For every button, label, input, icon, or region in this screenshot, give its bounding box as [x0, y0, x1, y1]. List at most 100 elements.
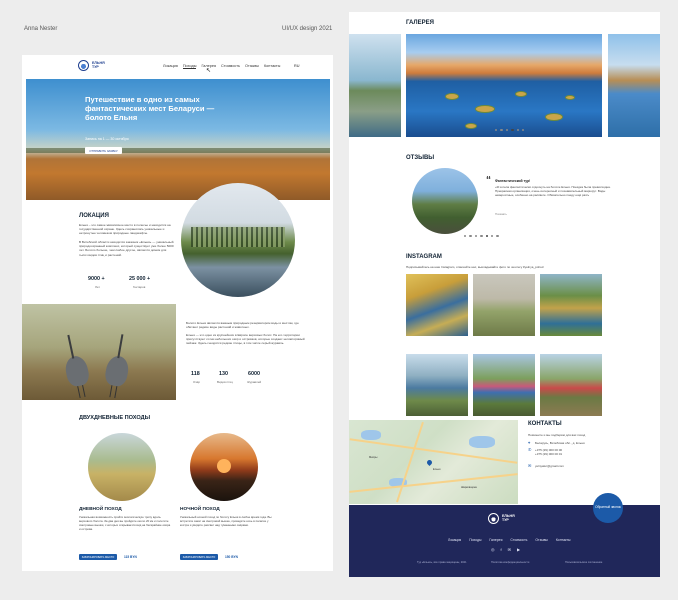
night-hike-text: Уникальный ночной поход по болоту Ельня …: [180, 515, 272, 527]
reviews-dot[interactable]: [480, 235, 483, 238]
contacts-map[interactable]: Ельня Миоры Шарковщина: [349, 420, 518, 504]
contact-phone[interactable]: ✆ +375 (29) 000 00 00 +375 (29) 000 00 01: [528, 448, 562, 457]
map-label-sharkovshchina: Шарковщина: [461, 486, 477, 489]
review-photo: [412, 168, 478, 234]
stat-years-label: Лет: [95, 285, 100, 289]
night-hike-book-button[interactable]: ЗАБРОНИРОВАТЬ МЕСТО: [180, 554, 218, 560]
night-hike-title: НОЧНОЙ ПОХОД: [180, 507, 220, 512]
author-name: Anna Nester: [24, 26, 58, 32]
instagram-photo-5[interactable]: [473, 354, 535, 416]
map-pin-icon[interactable]: [425, 458, 434, 467]
contacts-subtitle: Позвоните и мы подберём для вас поход: [528, 433, 586, 437]
location-text-2: В Витебской области находится заказник «…: [79, 240, 174, 257]
callback-button[interactable]: Обратный звонок: [593, 493, 623, 523]
footer-nav-reviews[interactable]: Отзывы: [535, 538, 547, 542]
reviews-dot[interactable]: [496, 235, 499, 238]
mail-icon: ✉: [528, 463, 532, 468]
instagram-photo-2[interactable]: [473, 274, 535, 336]
location-text-1: Ельня – это самое живописное место в пол…: [79, 223, 171, 236]
contact-address: ⌖ Беларусь, Витебская обл., д. Ельня: [528, 440, 585, 446]
footer-social: ◎ f ✉ ▶: [491, 547, 520, 552]
night-hike-price: 150 BYN: [225, 555, 238, 559]
footer-nav-hikes[interactable]: Походы: [469, 538, 481, 542]
instagram-photo-6[interactable]: [540, 354, 602, 416]
reviews-pagination[interactable]: [464, 235, 499, 238]
instagram-subtitle: Подписывайтесь на наш Instagram, отмечай…: [406, 265, 544, 269]
gallery-image-prev[interactable]: [349, 34, 401, 137]
footer-nav-location[interactable]: Локация: [448, 538, 461, 542]
instagram-icon[interactable]: ◎: [491, 547, 495, 552]
review-text: «Я хотела фантастически отдохнуть на бол…: [495, 185, 611, 198]
footer-logo[interactable]: ЕЛЬНЯ ТУР: [488, 513, 515, 524]
review-more-link[interactable]: Показать: [495, 212, 507, 216]
night-hike-photo: [190, 433, 258, 501]
location-photo: [181, 183, 295, 297]
location-heading: ЛОКАЦИЯ: [79, 213, 109, 219]
nav-links: Локация Походы Галерея Стоимость Отзывы …: [163, 64, 280, 69]
contacts-heading: КОНТАКТЫ: [528, 421, 562, 427]
reviews-dot[interactable]: [474, 235, 478, 238]
day-hike-book-button[interactable]: ЗАБРОНИРОВАТЬ МЕСТО: [79, 554, 117, 560]
stat-years-value: 9000 +: [88, 276, 105, 282]
contact-email[interactable]: ✉ yelnyatur@gmail.com: [528, 463, 564, 469]
gallery-dot[interactable]: [500, 129, 503, 132]
gallery-dot[interactable]: [516, 129, 519, 132]
day-hike-price: 115 BYN: [124, 555, 137, 559]
instagram-photo-4[interactable]: [406, 354, 468, 416]
stat-hectares-value: 25 000 +: [129, 276, 151, 282]
footer-nav: Локация Походы Галерея Стоимость Отзывы …: [448, 538, 570, 542]
footer-nav-gallery[interactable]: Галерея: [489, 538, 502, 542]
stat-lakes-value: 118: [191, 371, 200, 377]
gallery-image-main[interactable]: [406, 34, 602, 137]
reviews-dot[interactable]: [490, 235, 494, 238]
day-hike-photo: [88, 433, 156, 501]
reviews-dot[interactable]: [464, 235, 467, 238]
footer-nav-contacts[interactable]: Контакты: [556, 538, 571, 542]
design-credit: UI/UX design 2021: [282, 26, 333, 32]
footer-nav-price[interactable]: Стоимость: [510, 538, 527, 542]
brand-logo[interactable]: ЕЛЬНЯ ТУР: [78, 60, 105, 71]
gallery-pagination[interactable]: [495, 129, 525, 132]
footer-terms-link[interactable]: Пользовательское соглашение: [565, 561, 623, 564]
stat-cranes-value: 6000: [248, 371, 260, 377]
review-title: Фантастический тур!: [495, 179, 531, 183]
instagram-photo-1[interactable]: [406, 274, 468, 336]
instagram-photo-3[interactable]: [540, 274, 602, 336]
nav-item-reviews[interactable]: Отзывы: [245, 64, 259, 69]
stat-birds-value: 130: [219, 371, 228, 377]
stat-lakes-label: Озёр: [193, 380, 201, 384]
day-hike-title: ДНЕВНОЙ ПОХОД: [79, 507, 122, 512]
middle-text-1: Болото Ельня является важным природным р…: [186, 321, 299, 330]
hero-subtitle: Запись на 1 — 30 октября: [85, 137, 129, 141]
gallery-dot[interactable]: [511, 129, 514, 132]
stat-hectares-label: Гектаров: [133, 285, 146, 289]
facebook-icon[interactable]: f: [501, 547, 502, 552]
location-pin-icon: ⌖: [528, 440, 531, 445]
reviews-heading: ОТЗЫВЫ: [406, 155, 435, 161]
map-label-yelnya: Ельня: [433, 468, 441, 471]
gallery-image-next[interactable]: [608, 34, 660, 137]
gallery-dot[interactable]: [495, 129, 498, 132]
nav-item-price[interactable]: Стоимость: [221, 64, 240, 69]
quote-icon: “: [486, 175, 491, 186]
gallery-dot[interactable]: [521, 129, 525, 132]
reviews-dot[interactable]: [485, 235, 488, 238]
reviews-dot[interactable]: [469, 235, 472, 238]
gallery-heading: ГАЛЕРЕЯ: [406, 20, 434, 26]
stat-cranes-label: Журавлей: [247, 380, 262, 384]
nav-item-contacts[interactable]: Контакты: [264, 64, 280, 69]
footer-privacy-link[interactable]: Политика конфиденциальности: [491, 561, 549, 564]
landing-page-left: ЕЛЬНЯ ТУР Локация Походы Галерея Стоимос…: [22, 55, 333, 571]
mail-icon[interactable]: ✉: [508, 547, 511, 552]
hero-banner: Путешествие в одно из самых фантастическ…: [26, 79, 330, 200]
gallery-dot[interactable]: [505, 129, 509, 132]
nav-item-hikes[interactable]: Походы: [182, 64, 197, 69]
pointer-cursor-icon: ↖: [206, 68, 212, 74]
hero-apply-button[interactable]: ОТПРАВИТЬ ЗАЯВКУ: [85, 147, 122, 154]
footer-logo-icon: [488, 513, 499, 524]
language-switch[interactable]: RU: [294, 64, 299, 68]
footer-legal: Тур «Ельня», все права защищены, 2021 По…: [417, 561, 623, 564]
youtube-icon[interactable]: ▶: [517, 547, 520, 552]
nav-item-location[interactable]: Локация: [163, 64, 178, 69]
landing-page-right: ГАЛЕРЕЯ ОТЗЫВЫ “ Фантастический тур! «Я …: [349, 12, 660, 577]
